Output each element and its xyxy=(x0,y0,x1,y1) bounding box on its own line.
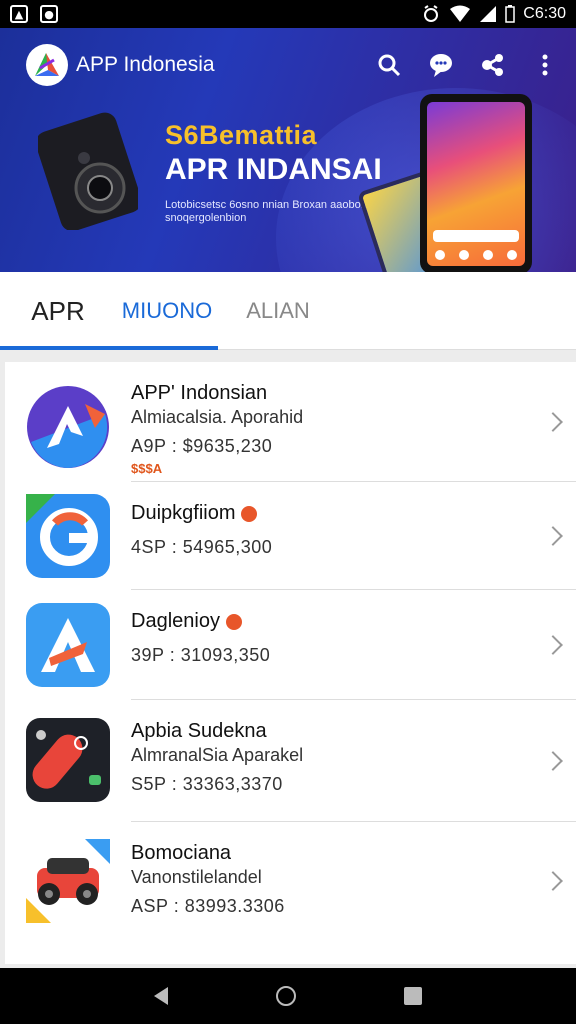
chevron-right-icon xyxy=(543,634,563,655)
app-subtitle: Almiacalsia. Aporahid xyxy=(131,407,304,427)
photo-icon: ● xyxy=(40,5,58,23)
chevron-right-icon xyxy=(543,411,563,432)
app-name: Duipkgfiiom xyxy=(131,502,272,525)
app-name: Daglenioy xyxy=(131,610,270,633)
system-nav-bar xyxy=(0,968,576,1024)
a-arrow-icon xyxy=(26,603,110,687)
app-promo: $$$A xyxy=(131,461,163,476)
app-price: A9P : $9635,230 xyxy=(131,436,273,456)
app-bar: APP Indonesia xyxy=(26,42,558,88)
back-icon[interactable] xyxy=(154,987,168,1005)
chevron-right-icon xyxy=(543,525,563,546)
app-a-icon xyxy=(27,386,109,468)
badge-dot-icon xyxy=(241,505,258,522)
chevron-right-icon xyxy=(543,871,563,891)
car-icon xyxy=(26,839,110,923)
status-time: C6:30 xyxy=(523,5,566,22)
search-icon[interactable] xyxy=(376,52,402,78)
app-price: S5P : 33363,3370 xyxy=(131,774,283,794)
tab-alian[interactable]: ALIAN xyxy=(218,272,338,350)
phone-illustration xyxy=(420,94,532,272)
wifi-icon xyxy=(450,5,471,22)
header-banner: APP Indonesia S6Bemattia APR INDANSAI Lo… xyxy=(0,28,576,272)
list-item[interactable]: Duipkgfiiom 4SP : 54965,300 xyxy=(26,482,576,590)
app-name: APP' Indonsian xyxy=(131,382,268,404)
chat-icon[interactable] xyxy=(428,52,454,78)
banner-headline-secondary: APR INDANSAI xyxy=(165,153,382,186)
tab-indicator xyxy=(0,346,218,350)
share-icon[interactable] xyxy=(480,52,506,78)
camera-illustration xyxy=(38,112,138,230)
list-item[interactable]: Bomociana Vanonstilelandel ASP : 83993.3… xyxy=(26,822,576,940)
home-icon[interactable] xyxy=(276,986,296,1006)
badge-dot-icon xyxy=(225,613,242,630)
recents-icon[interactable] xyxy=(404,987,422,1005)
app-screen: ▲ ● C6:30 APP Indonesia S6Bemattia APR I… xyxy=(0,0,576,1024)
battery-icon xyxy=(505,5,516,23)
tab-apr[interactable]: APR xyxy=(0,272,116,350)
list-item[interactable]: Daglenioy 39P : 31093,350 xyxy=(26,590,576,700)
more-vert-icon[interactable] xyxy=(532,52,558,78)
app-price: 4SP : 54965,300 xyxy=(131,537,273,557)
list-item[interactable]: APP' Indonsian Almiacalsia. Aporahid A9P… xyxy=(27,362,576,482)
alarm-icon xyxy=(424,5,439,22)
app-name: Apbia Sudekna xyxy=(131,720,267,742)
tab-bar: APR MIUONO ALIAN xyxy=(0,272,576,350)
app-title: APP Indonesia xyxy=(76,53,215,76)
app-name: Bomociana xyxy=(131,842,232,864)
status-bar: ▲ ● C6:30 xyxy=(0,0,576,28)
app-price: 39P : 31093,350 xyxy=(131,645,271,665)
skate-icon xyxy=(26,718,110,802)
signal-icon xyxy=(480,6,497,22)
app-subtitle: AlmranalSia Aparakel xyxy=(131,745,304,765)
app-subtitle: Vanonstilelandel xyxy=(131,867,262,887)
tab-miuono[interactable]: MIUONO xyxy=(116,272,218,350)
chevron-right-icon xyxy=(543,750,563,771)
app-list: APP' Indonsian Almiacalsia. Aporahid A9P… xyxy=(5,362,576,964)
g-icon xyxy=(26,494,110,578)
app-logo-icon[interactable] xyxy=(26,44,68,86)
banner-headline-primary: S6Bemattia xyxy=(165,120,318,150)
image-icon: ▲ xyxy=(10,5,28,23)
app-price: ASP : 83993.3306 xyxy=(131,896,285,916)
list-item[interactable]: Apbia Sudekna AlmranalSia Aparakel S5P :… xyxy=(26,700,576,822)
